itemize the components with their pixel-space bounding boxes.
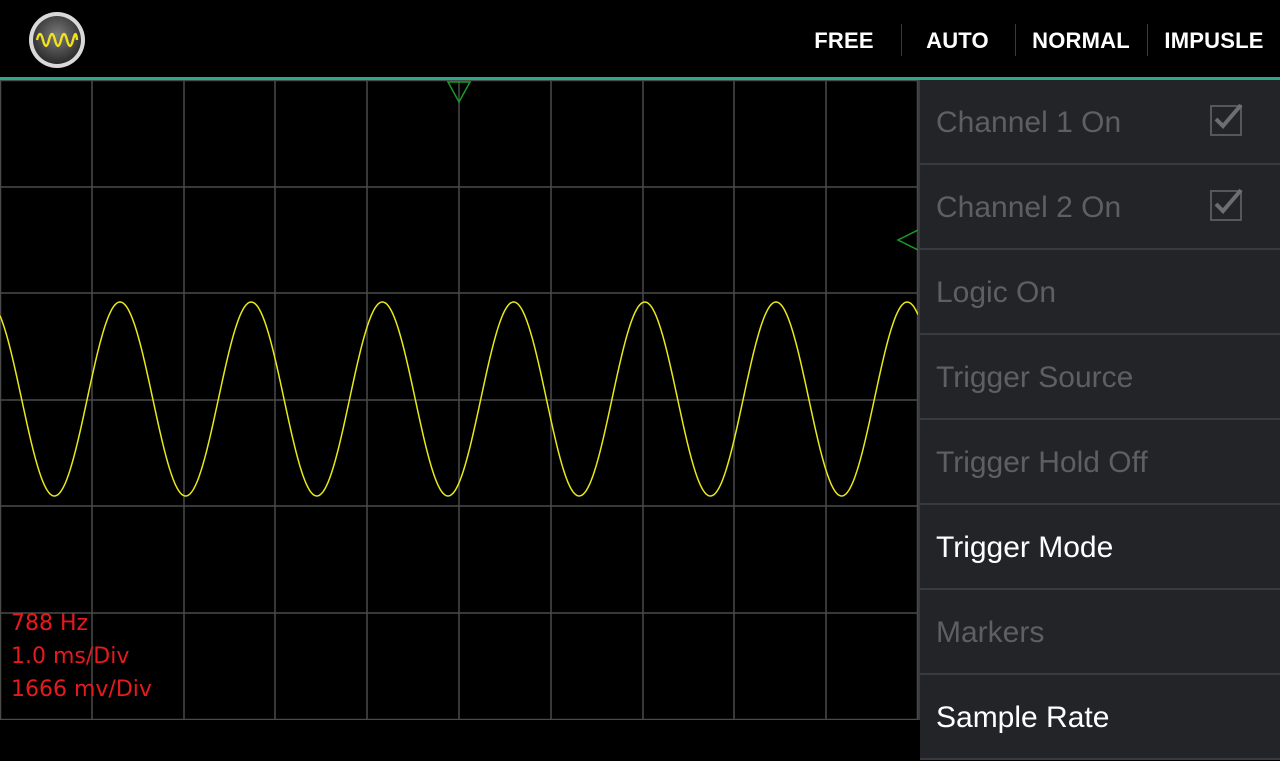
checkbox-checked-icon[interactable] bbox=[1210, 187, 1244, 221]
menu-item-trigger-mode[interactable]: Trigger Mode bbox=[920, 505, 1280, 590]
menu-item-channel-2[interactable]: Channel 2 On bbox=[920, 165, 1280, 250]
menu-item-label: Sample Rate bbox=[936, 701, 1110, 734]
voltage-readout: 1666 mv/Div bbox=[11, 677, 152, 702]
menu-item-label: Trigger Mode bbox=[936, 531, 1114, 564]
frequency-readout: 788 Hz bbox=[11, 611, 89, 636]
action-bar: FREE AUTO NORMAL IMPUSLE bbox=[0, 0, 1280, 77]
menu-item-trigger-source[interactable]: Trigger Source bbox=[920, 335, 1280, 420]
menu-item-channel-1[interactable]: Channel 1 On bbox=[920, 80, 1280, 165]
mode-auto-button[interactable]: AUTO bbox=[910, 0, 1005, 77]
menu-item-logic[interactable]: Logic On bbox=[920, 250, 1280, 335]
menu-item-label: Channel 2 On bbox=[936, 191, 1122, 224]
separator bbox=[901, 24, 902, 56]
mode-free-button[interactable]: FREE bbox=[798, 0, 890, 77]
menu-item-label: Channel 1 On bbox=[936, 106, 1122, 139]
checkbox-checked-icon[interactable] bbox=[1210, 102, 1244, 136]
oscilloscope-icon[interactable] bbox=[28, 11, 86, 69]
menu-item-markers[interactable]: Markers bbox=[920, 590, 1280, 675]
menu-item-label: Trigger Source bbox=[936, 361, 1134, 394]
options-menu: Channel 1 On Channel 2 On Logic On Trigg… bbox=[918, 80, 1280, 760]
separator bbox=[1015, 24, 1016, 56]
menu-item-label: Logic On bbox=[936, 276, 1057, 309]
oscilloscope-display[interactable]: 788 Hz 1.0 ms/Div 1666 mv/Div bbox=[0, 80, 918, 720]
scope-canvas bbox=[0, 80, 918, 720]
separator bbox=[1147, 24, 1148, 56]
trigger-level-marker-icon bbox=[896, 229, 918, 251]
menu-item-label: Trigger Hold Off bbox=[936, 446, 1148, 479]
timebase-readout: 1.0 ms/Div bbox=[11, 644, 130, 669]
menu-item-sample-rate[interactable]: Sample Rate bbox=[920, 675, 1280, 760]
mode-normal-button[interactable]: NORMAL bbox=[1022, 0, 1140, 77]
menu-item-trigger-hold-off[interactable]: Trigger Hold Off bbox=[920, 420, 1280, 505]
mode-impulse-button[interactable]: IMPUSLE bbox=[1154, 0, 1274, 77]
menu-item-label: Markers bbox=[936, 616, 1045, 649]
